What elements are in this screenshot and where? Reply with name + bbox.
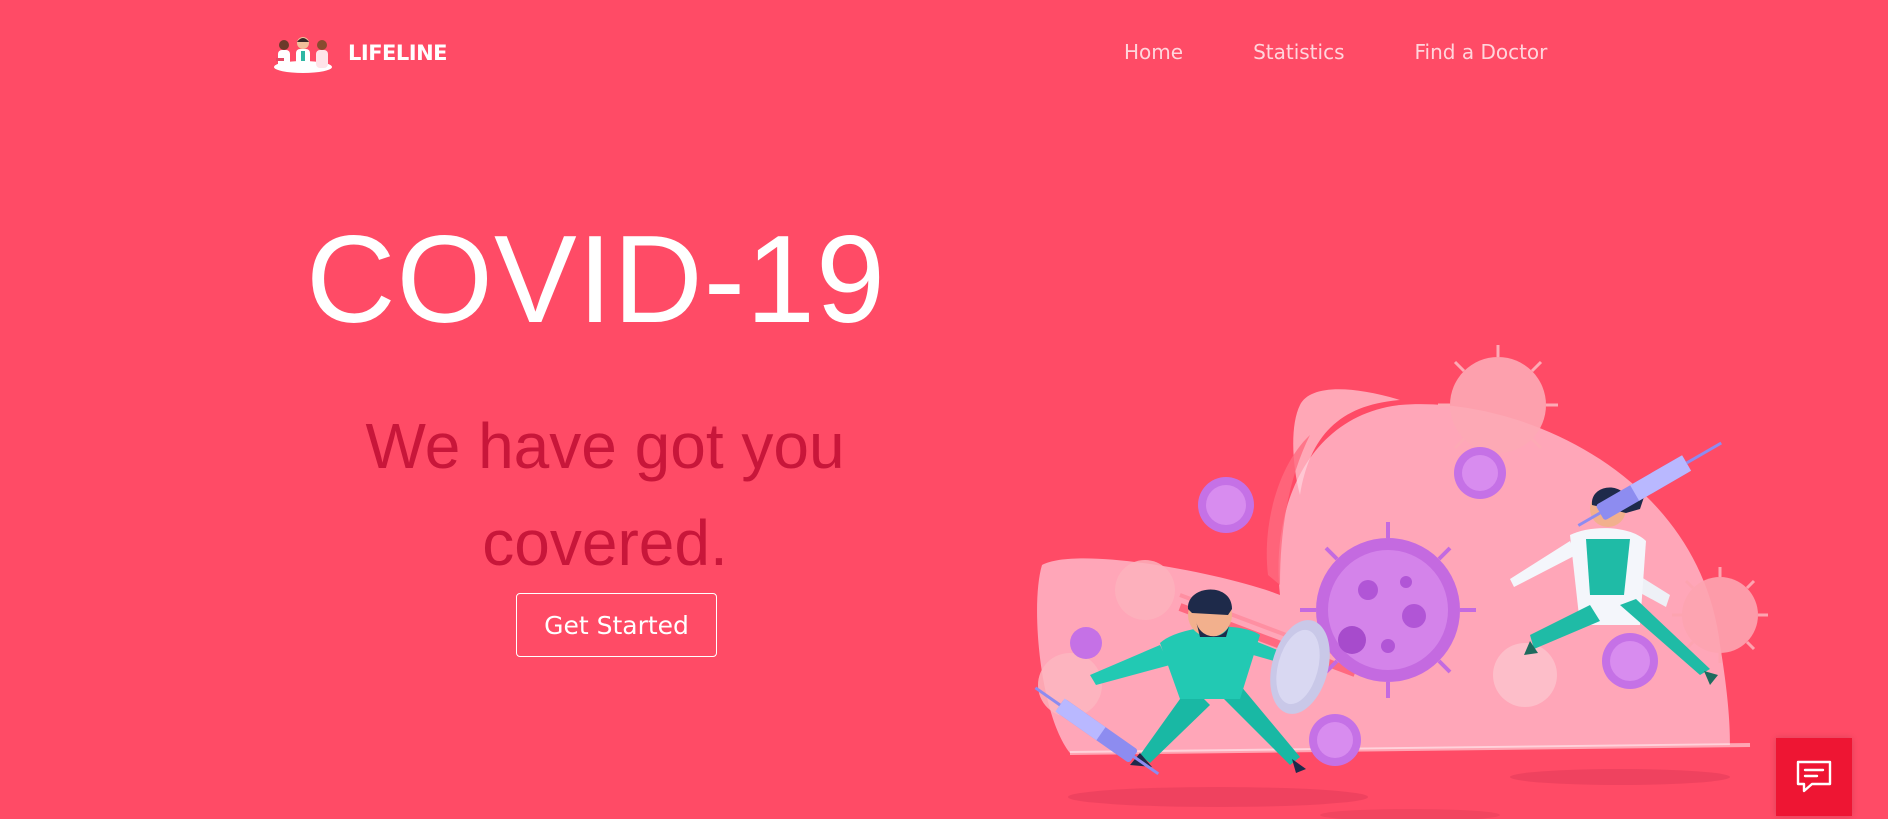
navbar: LIFELINE Home Statistics Find a Doctor [0,0,1888,108]
nav-statistics[interactable]: Statistics [1253,40,1344,64]
doctors-group-logo-icon [274,37,332,73]
get-started-button[interactable]: Get Started [516,593,717,657]
doctors-fighting-virus-illustration-icon [1034,345,1768,819]
brand-name: LIFELINE [348,41,448,65]
main-nav: Home Statistics Find a Doctor [1124,40,1547,64]
nav-find-a-doctor[interactable]: Find a Doctor [1415,40,1548,64]
hero-subtitle: We have got you covered. [365,410,845,579]
nav-home[interactable]: Home [1124,40,1183,64]
chat-message-icon [1796,760,1832,793]
hero-title: COVID-19 [306,211,886,349]
chat-button[interactable] [1776,738,1852,816]
brand-link[interactable]: LIFELINE [272,33,448,73]
